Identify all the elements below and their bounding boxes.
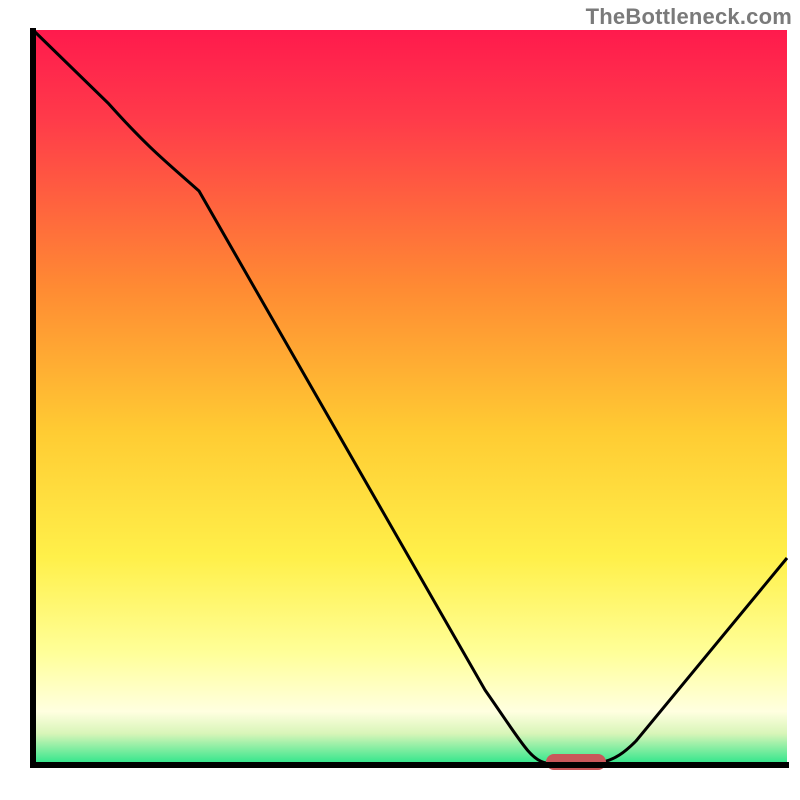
gradient-background [33,30,787,763]
plot-area [33,28,789,770]
bottleneck-chart [0,0,800,800]
